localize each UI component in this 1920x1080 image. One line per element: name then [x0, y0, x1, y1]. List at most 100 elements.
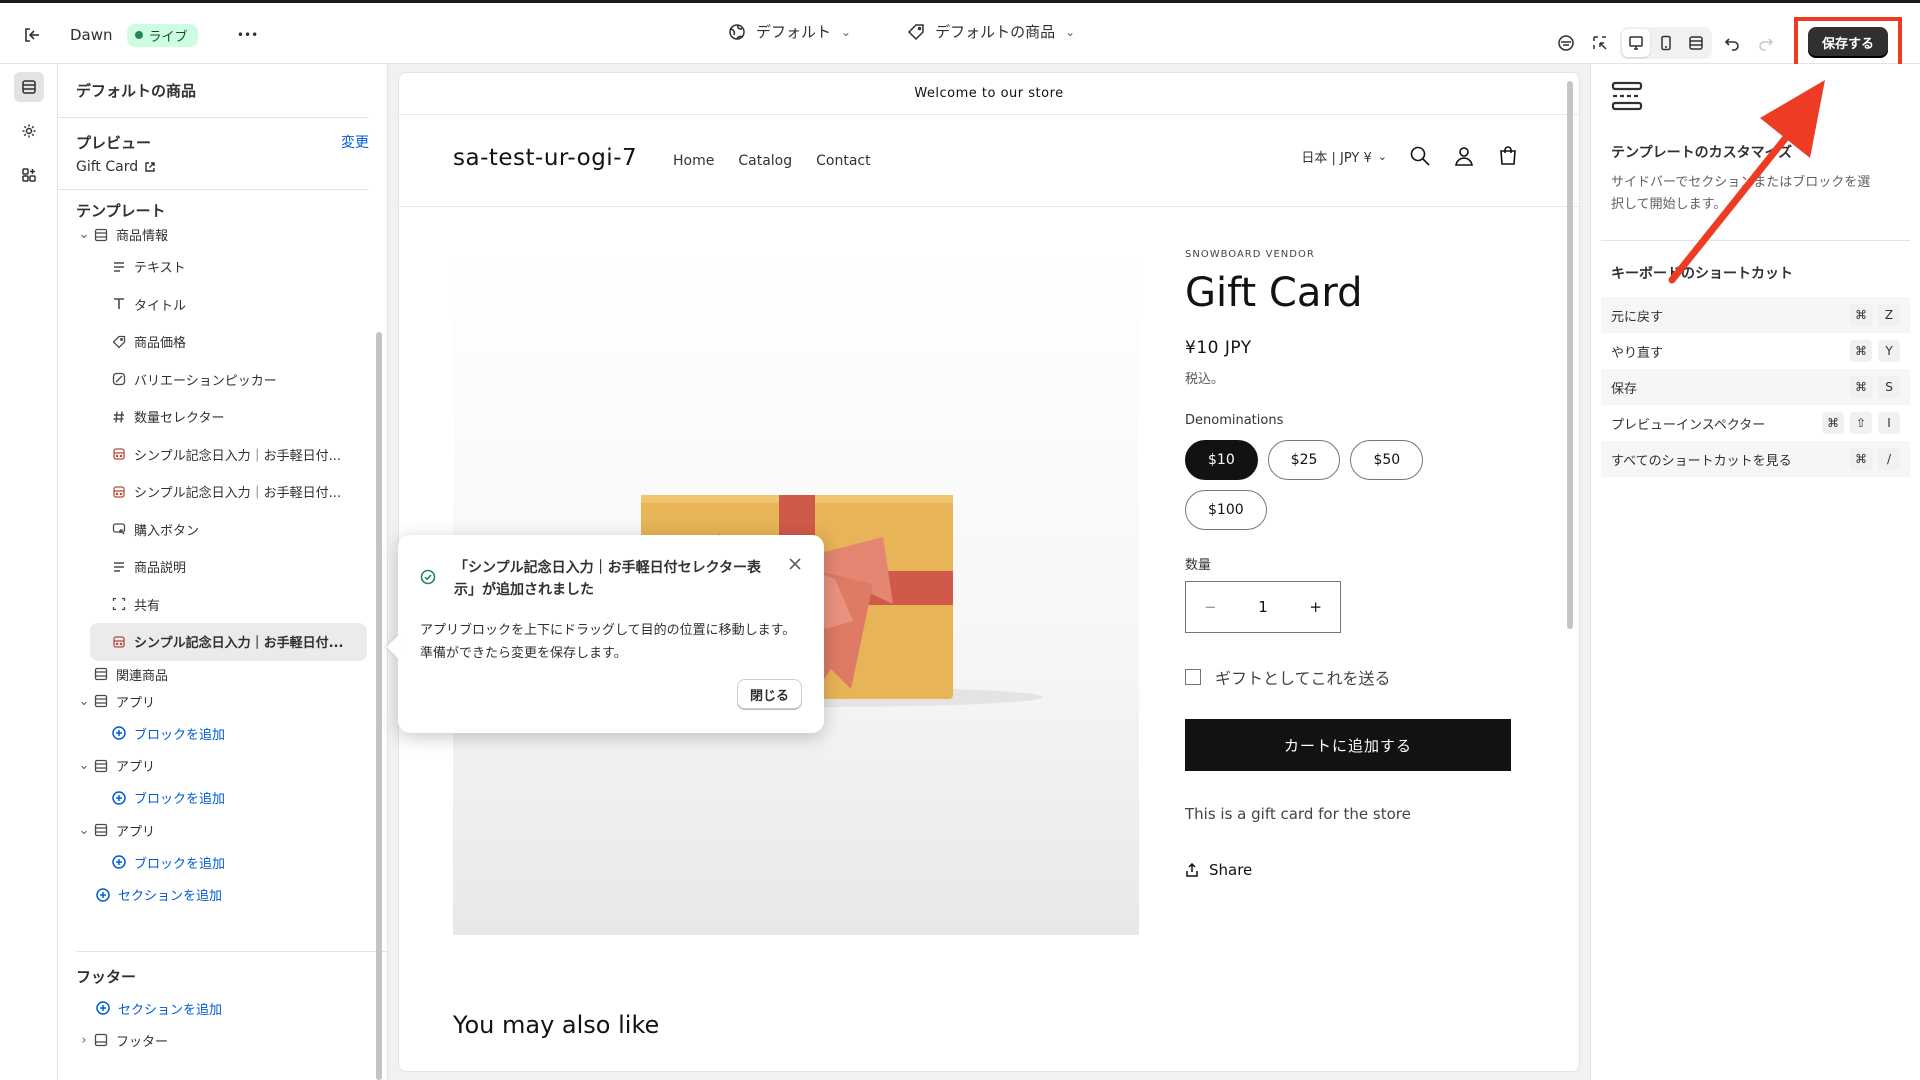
popover-close-button[interactable]: 閉じる — [736, 679, 802, 709]
mobile-icon[interactable] — [1652, 29, 1680, 57]
tree-item[interactable]: シンプル記念日入力｜お手軽日付... — [58, 436, 387, 474]
preview-block: プレビュー Gift Card 変更 — [58, 118, 369, 190]
key-cap: ⌘ — [1850, 304, 1872, 326]
tree-item[interactable]: シンプル記念日入力｜お手軽日付... — [90, 623, 367, 661]
live-badge: ライブ — [126, 23, 198, 47]
nav-contact[interactable]: Contact — [816, 153, 870, 169]
store-logo[interactable]: sa-test-ur-ogi-7 — [453, 145, 637, 171]
quantity-minus-button[interactable]: − — [1204, 598, 1217, 616]
locale-selector[interactable]: 日本 | JPY ¥ ⌄ — [1301, 147, 1387, 166]
tree-item[interactable]: 購入ボタン — [58, 511, 387, 549]
settings-gear-icon[interactable] — [14, 116, 44, 146]
shortcut-label: 元に戻す — [1611, 309, 1664, 325]
theme-selector[interactable]: デフォルト ⌄ — [728, 21, 851, 42]
add-to-cart-button[interactable]: カートに追加する — [1185, 719, 1511, 771]
topbar-left: Dawn ライブ ••• — [18, 21, 262, 49]
price-icon — [110, 335, 128, 349]
share-frame-icon — [110, 597, 128, 611]
cart-icon[interactable] — [1497, 145, 1519, 167]
product-title: Gift Card — [1185, 270, 1363, 316]
more-actions-button[interactable]: ••• — [234, 21, 262, 49]
tree-item[interactable]: 共有 — [58, 586, 387, 624]
chevron-down-icon[interactable]: ⌄ — [76, 823, 92, 838]
template-selector[interactable]: デフォルトの商品 ⌄ — [907, 21, 1075, 42]
chevron-down-icon[interactable]: ⌄ — [76, 227, 92, 242]
search-icon[interactable] — [1409, 145, 1431, 167]
footer-add-section[interactable]: セクションを追加 — [76, 991, 388, 1025]
shortcut-keys: ⌘ ⇧ I — [1822, 412, 1900, 434]
sidebar-title: デフォルトの商品 — [58, 64, 369, 118]
key-cap: S — [1878, 376, 1900, 398]
change-preview-link[interactable]: 変更 — [341, 132, 369, 152]
apps-icon[interactable] — [14, 160, 44, 190]
tree-item-label: アプリ — [116, 760, 156, 775]
tree-item[interactable]: 関連商品 — [58, 661, 387, 688]
title-icon — [110, 297, 128, 311]
quantity-plus-button[interactable]: + — [1309, 598, 1322, 616]
plus-circle-icon — [94, 887, 112, 902]
gift-label: ギフトとしてこれを送る — [1215, 669, 1391, 688]
tree-item[interactable]: タイトル — [58, 286, 387, 324]
tree-item-label: ブロックを追加 — [134, 792, 226, 808]
close-icon[interactable] — [788, 557, 802, 571]
quantity-value[interactable]: 1 — [1258, 598, 1268, 616]
check-circle-icon — [420, 569, 436, 585]
tree-item[interactable]: ⌄ アプリ — [58, 688, 387, 715]
chevron-down-icon[interactable]: ⌄ — [76, 758, 92, 773]
tree-item[interactable]: バリエーションピッカー — [58, 361, 387, 399]
preview-value[interactable]: Gift Card — [76, 159, 351, 175]
add-item-link[interactable]: セクションを追加 — [58, 881, 387, 908]
chevron-down-icon[interactable]: ⌄ — [76, 694, 92, 709]
denomination-pill[interactable]: $100 — [1185, 490, 1267, 530]
denomination-pill[interactable]: $10 — [1185, 440, 1258, 480]
denomination-pill[interactable]: $50 — [1350, 440, 1424, 480]
gift-option[interactable]: ギフトとしてこれを送る — [1185, 665, 1515, 689]
preview-scrollbar[interactable] — [1567, 81, 1573, 629]
tree-item[interactable]: シンプル記念日入力｜お手軽日付... — [58, 473, 387, 511]
nav-home[interactable]: Home — [673, 153, 714, 169]
save-button[interactable]: 保存する — [1807, 27, 1888, 58]
gift-checkbox[interactable] — [1185, 669, 1201, 685]
shortcut-row: 保存 ⌘ S — [1601, 369, 1910, 405]
tree-item[interactable]: ⌄ 商品情報 — [58, 221, 387, 248]
popover-title: 「シンプル記念日入力｜お手軽日付セレクター表示」が追加されました — [454, 560, 762, 598]
template-tree: ⌄ 商品情報 テキスト タイトル 商品価格 バリエーションピッカー 数量セレクター シンプル記… — [58, 221, 387, 908]
sections-icon[interactable] — [14, 72, 44, 102]
key-cap: Y — [1878, 340, 1900, 362]
desktop-icon[interactable] — [1621, 28, 1650, 57]
store-icon[interactable] — [1552, 29, 1580, 57]
fullscreen-icon[interactable] — [1682, 29, 1710, 57]
tree-item[interactable]: ⌄ アプリ — [58, 752, 387, 779]
app-block-icon — [110, 635, 128, 649]
variant-icon — [110, 372, 128, 386]
add-item-link[interactable]: ブロックを追加 — [58, 779, 387, 817]
template-selector-label: デフォルトの商品 — [935, 23, 1056, 41]
tree-item[interactable]: 商品価格 — [58, 323, 387, 361]
tree-item[interactable]: ⌄ アプリ — [58, 817, 387, 844]
denomination-options: $10 $25 $50 $100 — [1185, 440, 1485, 530]
tree-item[interactable]: テキスト — [58, 248, 387, 286]
account-icon[interactable] — [1453, 145, 1475, 167]
add-item-link[interactable]: ブロックを追加 — [58, 844, 387, 882]
app-block-icon — [110, 447, 128, 461]
nav-catalog[interactable]: Catalog — [738, 153, 792, 169]
denomination-pill[interactable]: $25 — [1267, 440, 1341, 480]
quantity-label: 数量 — [1185, 558, 1212, 573]
tree-item[interactable]: 数量セレクター — [58, 398, 387, 436]
add-item-link[interactable]: ブロックを追加 — [58, 715, 387, 753]
share-button[interactable]: Share — [1185, 861, 1515, 879]
plus-circle-icon — [110, 726, 128, 740]
app-block-icon — [110, 485, 128, 499]
globe-icon — [729, 23, 745, 40]
exit-icon[interactable] — [18, 21, 46, 49]
tree-item[interactable]: 商品説明 — [58, 548, 387, 586]
sidebar-scrollbar[interactable] — [376, 332, 382, 1080]
footer-item[interactable]: › フッター — [76, 1025, 388, 1055]
undo-icon[interactable] — [1718, 29, 1746, 57]
key-cap: ⇧ — [1850, 412, 1872, 434]
inspector-icon[interactable] — [1586, 29, 1614, 57]
more-icon: ••• — [236, 28, 259, 42]
topbar-center: デフォルト ⌄ デフォルトの商品 ⌄ — [728, 21, 1075, 42]
redo-icon[interactable] — [1752, 29, 1780, 57]
tree-item-label: 商品説明 — [134, 561, 187, 577]
